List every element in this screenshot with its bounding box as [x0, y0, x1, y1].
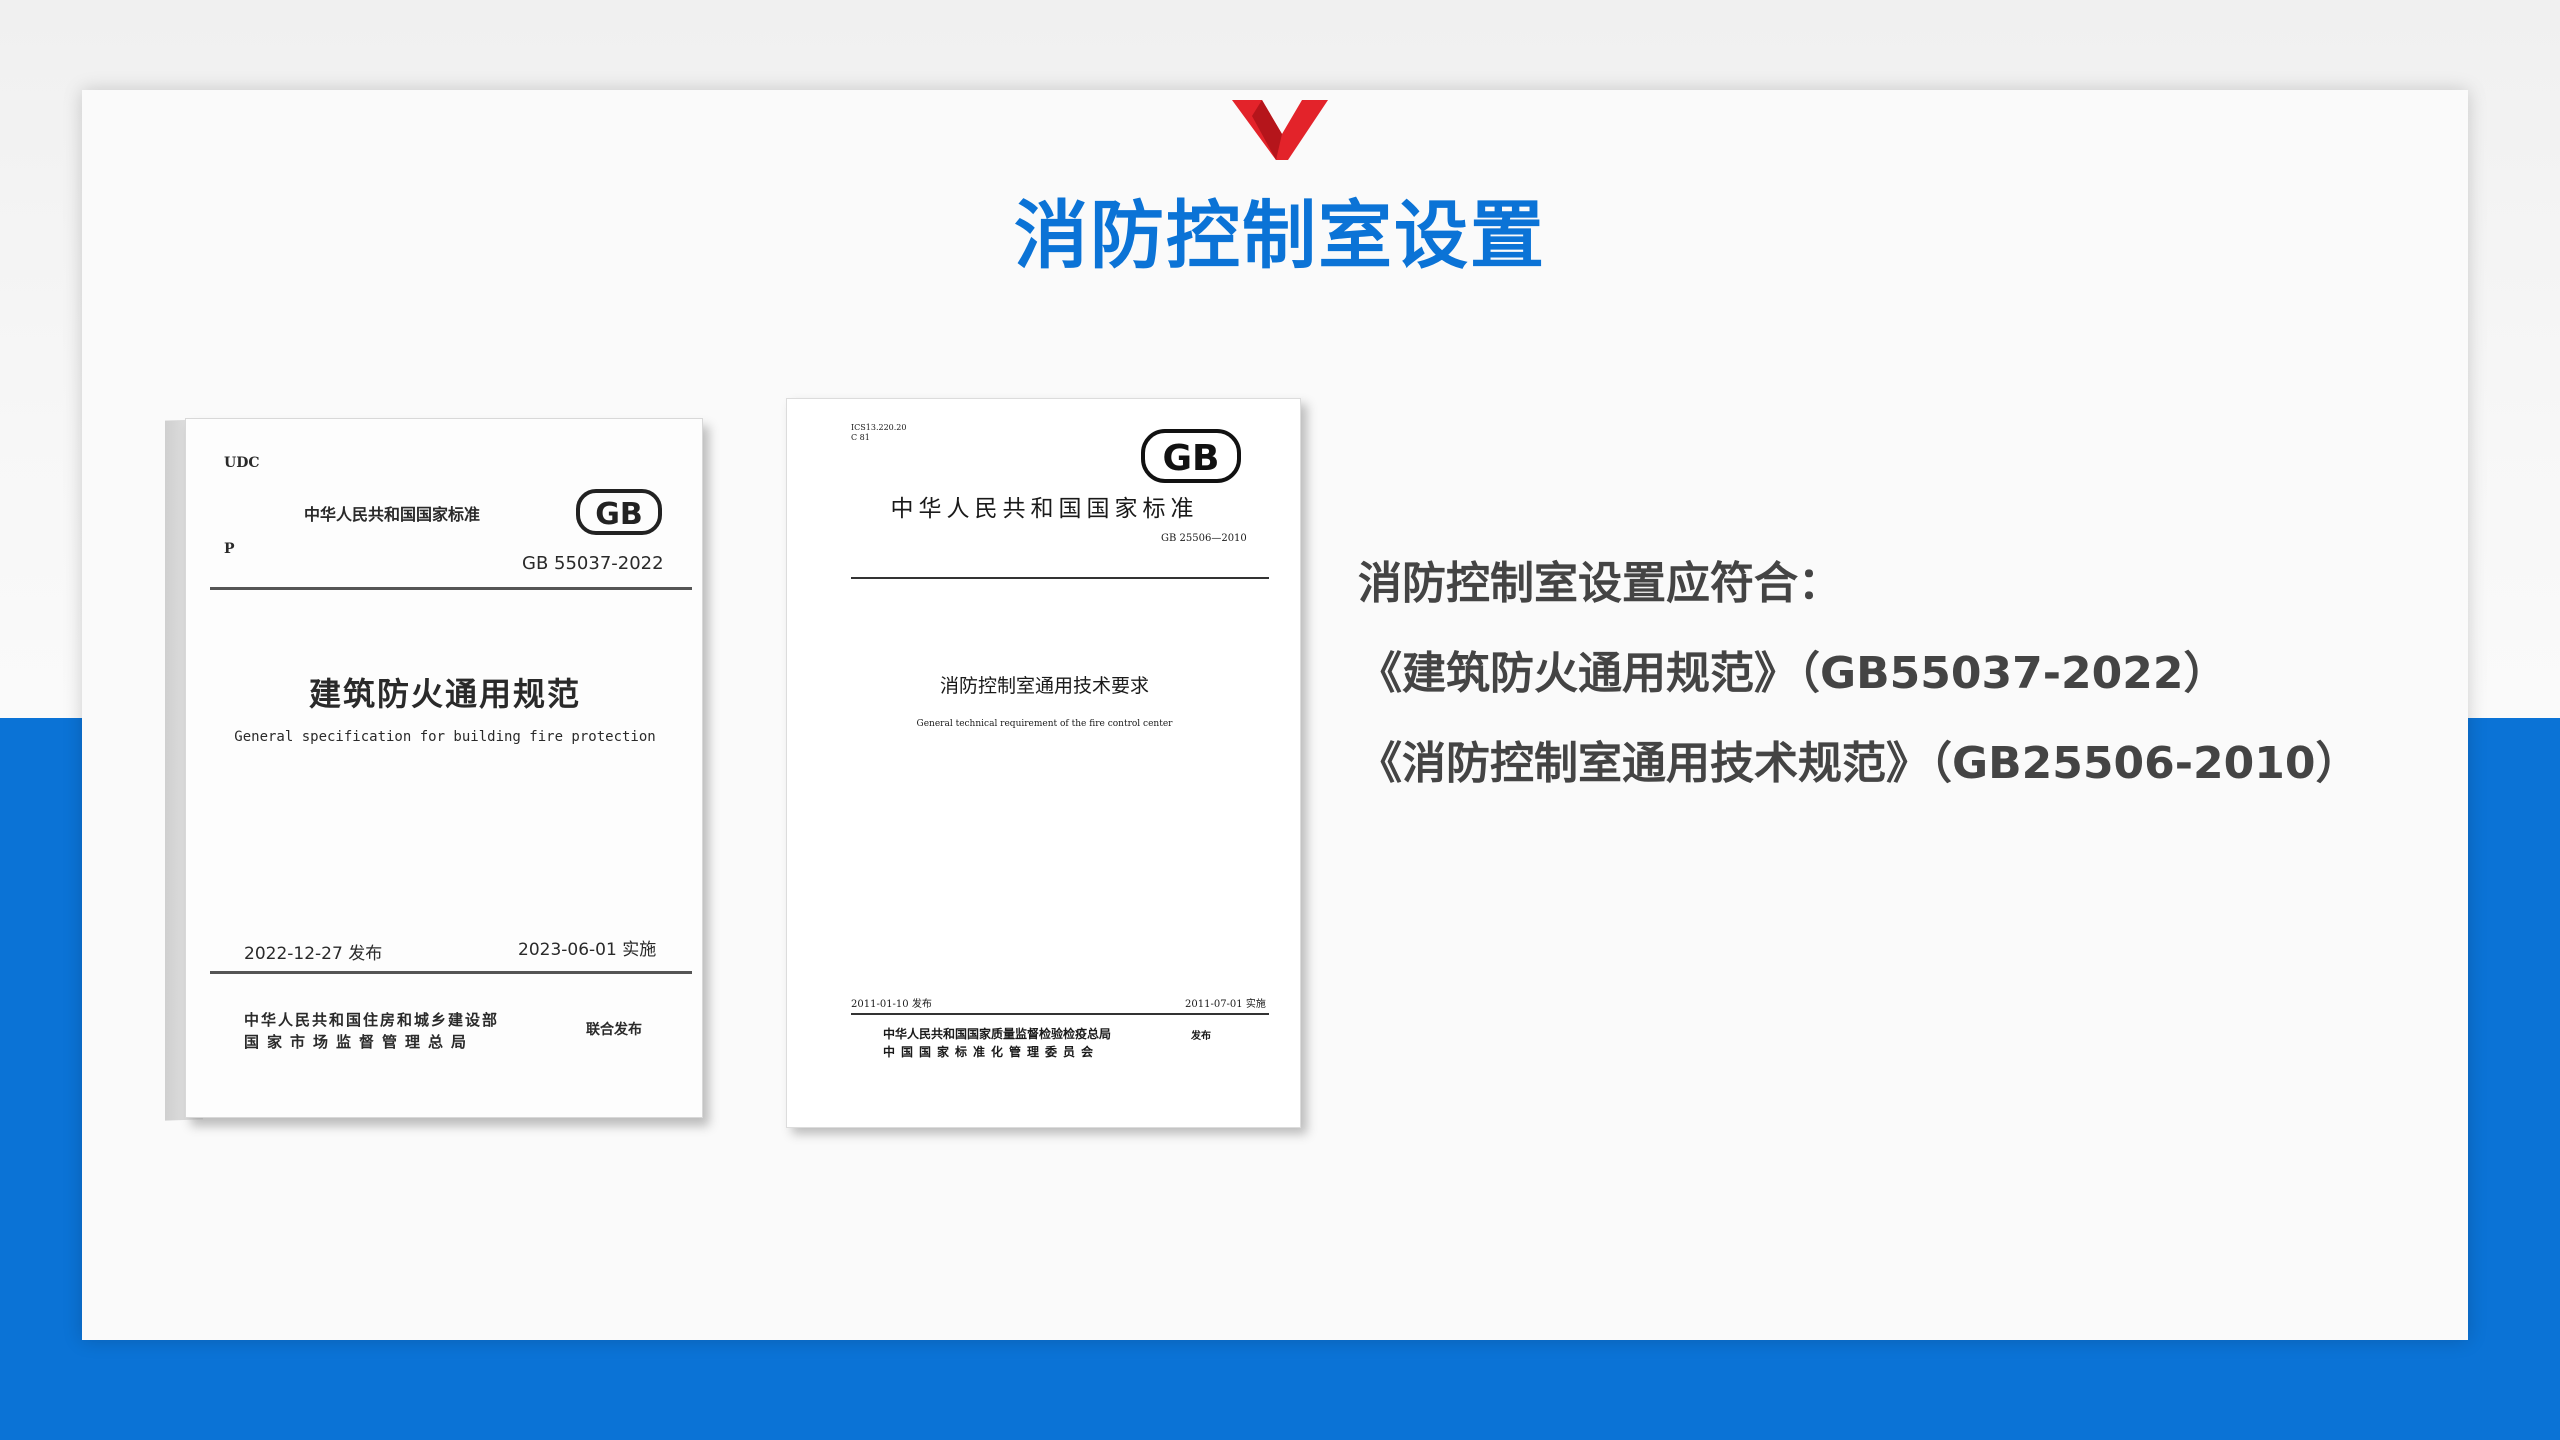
implement-date: 2011-07-01 实施 [1185, 999, 1266, 1010]
requirement-heading: 消防控制室设置应符合： [1358, 558, 1842, 609]
divider [210, 971, 692, 974]
book-title: 消防控制室通用技术要求 [939, 675, 1149, 697]
book-title: 建筑防火通用规范 [308, 675, 581, 713]
standard-type: 中华人民共和国国家标准 [304, 505, 481, 524]
issuer-2: 中国国家标准化管理委员会 [883, 1045, 1100, 1059]
divider [210, 587, 692, 590]
slide-title: 消防控制室设置 [1014, 193, 1546, 279]
book-cover-gb55037: UDC 中华人民共和国国家标准 GB P GB 55037-2022 建筑防火通… [165, 398, 710, 1128]
divider [851, 1013, 1269, 1015]
implement-date: 2023-06-01 实施 [518, 940, 657, 960]
book-front: UDC 中华人民共和国国家标准 GB P GB 55037-2022 建筑防火通… [185, 418, 703, 1118]
divider [851, 577, 1269, 579]
issuer-1: 中华人民共和国住房和城乡建设部 [244, 1011, 500, 1029]
publish-date: 2011-01-10 发布 [851, 999, 932, 1010]
ccs-line: C 81 [851, 433, 870, 442]
standard-type: 中华人民共和国国家标准 [890, 496, 1199, 522]
udc-label: UDC [224, 455, 260, 471]
ics-line: ICS13.220.20 [851, 423, 907, 432]
gb-logo-icon: GB [576, 489, 662, 535]
category-label: P [224, 541, 235, 557]
requirement-item-2: 《消防控制室通用技术规范》（GB25506-2010） [1358, 738, 2360, 789]
ics-code: ICS13.220.20 C 81 [851, 423, 906, 443]
book-subtitle: General specification for building fire … [234, 729, 656, 745]
standard-code: GB 55037-2022 [522, 553, 664, 574]
book-subtitle: General technical requirement of the fir… [916, 719, 1173, 729]
gb-logo-icon: GB [1141, 429, 1241, 483]
joint-release: 联合发布 [586, 1022, 642, 1038]
issuer-1: 中华人民共和国国家质量监督检验检疫总局 [883, 1027, 1112, 1041]
standard-code: GB 25506—2010 [1161, 533, 1247, 544]
issuer-2: 国家市场监督管理总局 [244, 1033, 475, 1051]
gb-logo-text: GB [595, 497, 643, 532]
gb-logo-text: GB [1163, 438, 1220, 479]
book-cover-gb25506: ICS13.220.20 C 81 GB 中华人民共和国国家标准 GB 2550… [786, 398, 1301, 1128]
requirement-item-1: 《建筑防火通用规范》（GB55037-2022） [1358, 648, 2228, 699]
red-check-icon [1232, 100, 1328, 160]
joint-release: 发布 [1191, 1031, 1211, 1042]
requirement-text: 消防控制室设置应符合： 《建筑防火通用规范》（GB55037-2022） 《消防… [1358, 548, 2508, 818]
publish-date: 2022-12-27 发布 [244, 944, 383, 964]
